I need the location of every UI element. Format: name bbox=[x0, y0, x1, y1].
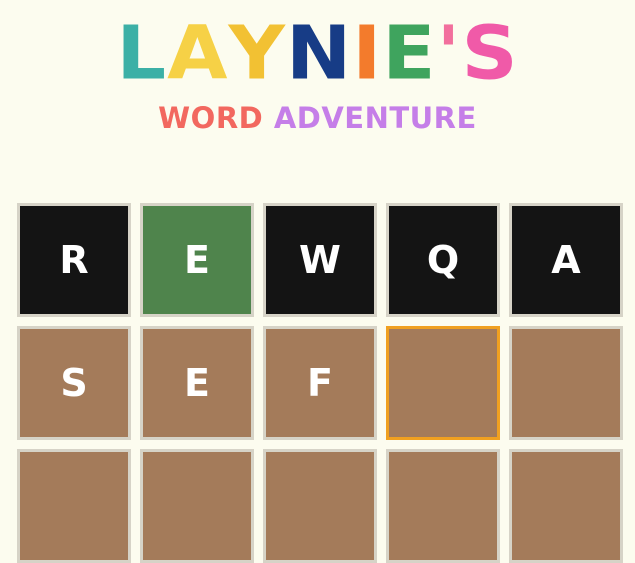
logo-letter: ' bbox=[436, 11, 462, 97]
tile-r3-c1 bbox=[17, 449, 131, 563]
tile-r2-c2[interactable]: E bbox=[140, 326, 254, 440]
logo-subtitle: WORD ADVENTURE bbox=[0, 102, 635, 134]
tile-r3-c2 bbox=[140, 449, 254, 563]
logo-letter: I bbox=[352, 11, 383, 97]
tile-r1-c3: W bbox=[263, 203, 377, 317]
tile-r3-c3 bbox=[263, 449, 377, 563]
tile-r2-c3[interactable]: F bbox=[263, 326, 377, 440]
logo-letter: Y bbox=[228, 11, 286, 97]
tile-r3-c4 bbox=[386, 449, 500, 563]
tile-r1-c4: Q bbox=[386, 203, 500, 317]
logo-letter: A bbox=[167, 11, 229, 97]
logo-letter: S bbox=[461, 11, 519, 97]
subtitle-word: ADVENTURE bbox=[273, 101, 477, 135]
tile-r1-c1: R bbox=[17, 203, 131, 317]
logo-title: LAYNIE'S bbox=[0, 12, 635, 96]
tile-r2-c1[interactable]: S bbox=[17, 326, 131, 440]
logo-letter: N bbox=[285, 11, 353, 97]
tile-r2-c5[interactable] bbox=[509, 326, 623, 440]
subtitle-word: WORD bbox=[158, 101, 274, 135]
tile-r1-c2: E bbox=[140, 203, 254, 317]
tile-r3-c5 bbox=[509, 449, 623, 563]
logo-letter: E bbox=[382, 11, 437, 97]
tile-r2-c4[interactable] bbox=[386, 326, 500, 440]
game-board: R E W Q A S E F bbox=[17, 203, 623, 563]
game-logo: LAYNIE'S WORD ADVENTURE bbox=[0, 12, 635, 134]
logo-letter: L bbox=[116, 11, 168, 97]
tile-r1-c5: A bbox=[509, 203, 623, 317]
